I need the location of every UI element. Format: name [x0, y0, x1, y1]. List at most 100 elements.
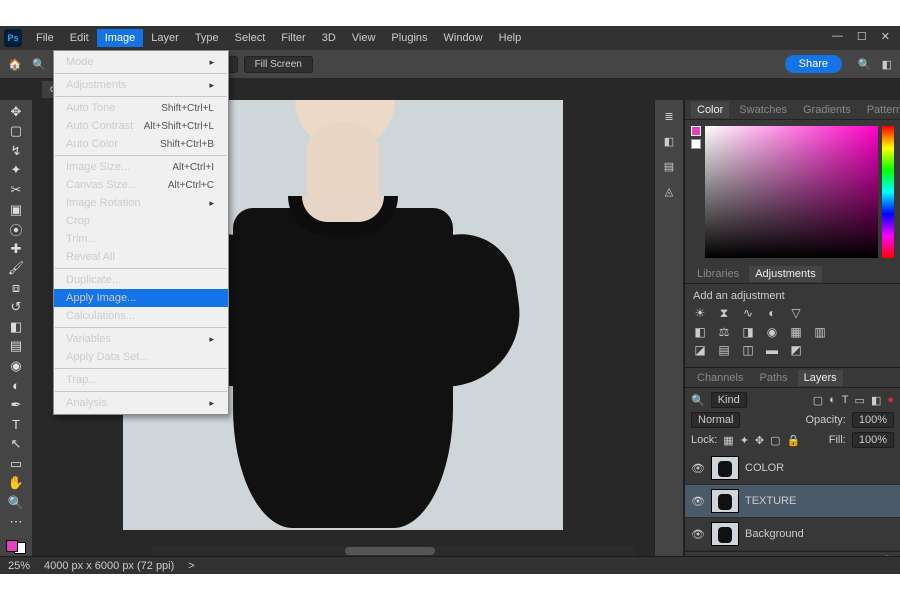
tab-color[interactable]: Color [691, 102, 729, 118]
brightness-icon[interactable]: ☀ [693, 306, 707, 321]
photo-filter-icon[interactable]: ◉ [765, 325, 779, 339]
path-tool[interactable]: ↖ [2, 434, 30, 454]
menuitem-auto-contrast[interactable]: Auto ContrastAlt+Shift+Ctrl+L [54, 117, 228, 135]
vibrance-icon[interactable]: ▽ [789, 306, 803, 321]
invert-icon[interactable]: ◪ [693, 343, 707, 357]
move-tool[interactable]: ✥ [2, 102, 30, 122]
zoom-tool[interactable]: 🔍 [2, 493, 30, 513]
lock-pixels-icon[interactable]: ✦ [740, 434, 749, 447]
layer-name[interactable]: COLOR [745, 462, 784, 474]
menu-image[interactable]: Image [97, 29, 144, 47]
menuitem-apply-image[interactable]: Apply Image... [54, 289, 228, 307]
filter-toggle[interactable]: ● [887, 394, 894, 406]
wand-tool[interactable]: ✦ [2, 161, 30, 181]
eyedropper-tool[interactable]: ⦿ [2, 219, 30, 239]
icon-strip-3[interactable]: ▤ [664, 160, 674, 173]
layer-thumb[interactable] [711, 489, 739, 513]
home-icon[interactable]: 🏠 [6, 55, 24, 73]
menuitem-auto-color[interactable]: Auto ColorShift+Ctrl+B [54, 135, 228, 153]
layer-row[interactable]: 👁 COLOR [685, 452, 900, 485]
curves-icon[interactable]: ∿ [741, 306, 755, 321]
fg-swatch-icon[interactable] [691, 126, 701, 136]
gradient-tool[interactable]: ▤ [2, 337, 30, 357]
layer-row[interactable]: 👁 Background [685, 518, 900, 551]
lock-artboard-icon[interactable]: ▢ [770, 434, 780, 447]
fill-screen-button[interactable]: Fill Screen [244, 56, 313, 73]
gradient-map-icon[interactable]: ▬ [765, 343, 779, 357]
posterize-icon[interactable]: ▤ [717, 343, 731, 357]
hue-sat-icon[interactable]: ◧ [693, 325, 707, 339]
layer-thumb[interactable] [711, 456, 739, 480]
channel-mixer-icon[interactable]: ▦ [789, 325, 803, 339]
icon-strip-2[interactable]: ◧ [664, 135, 674, 148]
zoom-level[interactable]: 25% [8, 560, 30, 572]
visibility-icon[interactable]: 👁 [691, 462, 705, 475]
menu-file[interactable]: File [28, 29, 62, 47]
frame-tool[interactable]: ▣ [2, 200, 30, 220]
filter-type-icon[interactable]: T [842, 394, 849, 406]
marquee-tool[interactable]: ▢ [2, 122, 30, 142]
search-icon[interactable]: 🔍 [858, 58, 872, 71]
tab-libraries[interactable]: Libraries [691, 266, 745, 282]
maximize-button[interactable]: ☐ [857, 30, 867, 43]
menu-filter[interactable]: Filter [273, 29, 313, 47]
layer-filter-kind[interactable]: Kind [711, 392, 747, 408]
shape-tool[interactable]: ▭ [2, 454, 30, 474]
opacity-value[interactable]: 100% [852, 412, 894, 428]
share-button[interactable]: Share [785, 55, 842, 73]
threshold-icon[interactable]: ◫ [741, 343, 755, 357]
pen-tool[interactable]: ✒ [2, 395, 30, 415]
lock-position-icon[interactable]: ✥ [755, 434, 764, 447]
menuitem-canvas-size[interactable]: Canvas Size...Alt+Ctrl+C [54, 176, 228, 194]
menuitem-analysis[interactable]: Analysis▸ [54, 394, 228, 412]
type-tool[interactable]: T [2, 415, 30, 435]
levels-icon[interactable]: ⧗ [717, 306, 731, 321]
workspace-icon[interactable]: ◧ [882, 58, 892, 71]
menu-type[interactable]: Type [187, 29, 227, 47]
menu-window[interactable]: Window [436, 29, 491, 47]
color-lookup-icon[interactable]: ▥ [813, 325, 827, 339]
brush-tool[interactable]: 🖌 [2, 258, 30, 278]
menuitem-image-rotation[interactable]: Image Rotation▸ [54, 194, 228, 212]
filter-pixel-icon[interactable]: ▢ [813, 394, 823, 407]
link-layers-icon[interactable]: ⌀ [780, 555, 787, 556]
layer-name[interactable]: Background [745, 528, 804, 540]
chevron-right-icon[interactable]: > [188, 560, 194, 572]
menu-3d[interactable]: 3D [314, 29, 344, 47]
lock-all-icon[interactable]: ▦ [723, 434, 733, 447]
tab-swatches[interactable]: Swatches [733, 102, 793, 118]
fx-icon[interactable]: fx [795, 556, 804, 557]
menu-edit[interactable]: Edit [62, 29, 97, 47]
menuitem-image-size[interactable]: Image Size...Alt+Ctrl+I [54, 158, 228, 176]
tab-layers[interactable]: Layers [798, 370, 843, 386]
minimize-button[interactable]: — [832, 30, 843, 43]
blur-tool[interactable]: ◉ [2, 356, 30, 376]
edit-toolbar[interactable]: ⋯ [2, 512, 30, 532]
new-layer-icon[interactable]: ⊞ [863, 555, 872, 556]
saturation-value-field[interactable] [705, 126, 878, 258]
color-swatches[interactable] [4, 538, 28, 556]
lasso-tool[interactable]: ↯ [2, 141, 30, 161]
delete-layer-icon[interactable]: 🗑 [880, 555, 894, 556]
bg-swatch-icon[interactable] [691, 139, 701, 149]
menu-view[interactable]: View [344, 29, 384, 47]
hand-tool[interactable]: ✋ [2, 473, 30, 493]
menu-layer[interactable]: Layer [143, 29, 187, 47]
heal-tool[interactable]: ✚ [2, 239, 30, 259]
menuitem-duplicate[interactable]: Duplicate... [54, 271, 228, 289]
filter-adjust-icon[interactable]: ◐ [829, 394, 836, 406]
color-balance-icon[interactable]: ⚖ [717, 325, 731, 339]
layer-name[interactable]: TEXTURE [745, 495, 796, 507]
layer-thumb[interactable] [711, 522, 739, 546]
menuitem-calculations[interactable]: Calculations... [54, 307, 228, 325]
menuitem-auto-tone[interactable]: Auto ToneShift+Ctrl+L [54, 99, 228, 117]
crop-tool[interactable]: ✂ [2, 180, 30, 200]
tab-patterns[interactable]: Patterns [861, 102, 900, 118]
menuitem-variables[interactable]: Variables▸ [54, 330, 228, 348]
color-picker[interactable] [685, 120, 900, 264]
menu-plugins[interactable]: Plugins [383, 29, 435, 47]
lock-icon[interactable]: 🔒 [787, 434, 801, 447]
menuitem-adjustments[interactable]: Adjustments▸ [54, 76, 228, 94]
foreground-color[interactable] [6, 540, 18, 552]
search-tool-icon[interactable]: 🔍 [30, 55, 48, 73]
